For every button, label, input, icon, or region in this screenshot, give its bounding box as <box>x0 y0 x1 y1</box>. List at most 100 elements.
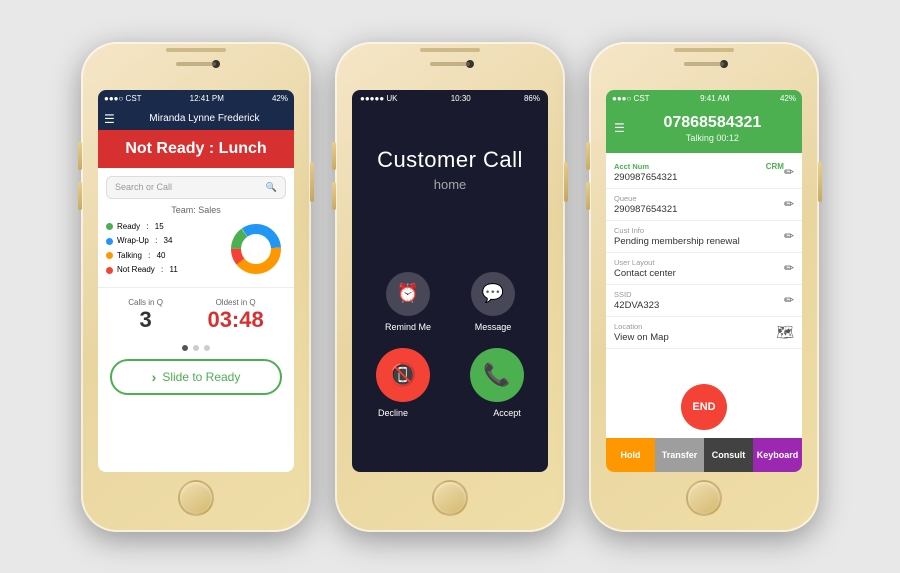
remind-me-btn[interactable]: ⏰ Remind Me <box>385 272 431 332</box>
queue-value: 290987654321 <box>614 204 784 215</box>
queue-label: Queue <box>614 194 784 203</box>
vol-down-button-3[interactable] <box>586 182 590 210</box>
home-button-1[interactable] <box>178 480 214 516</box>
notready-colon: : <box>159 263 166 277</box>
call-subtitle: home <box>434 177 467 192</box>
phone-number: 07868584321 <box>631 114 794 132</box>
search-bar[interactable]: Search or Call 🔍 <box>106 176 286 199</box>
phone-3-screen: ●●●○ CST 9:41 AM 42% ☰ 07868584321 Talki… <box>606 90 802 472</box>
vol-down-button[interactable] <box>78 182 82 210</box>
oldest-in-q-value: 03:48 <box>207 307 263 333</box>
location-label: Location <box>614 322 776 331</box>
talking-status: Talking 00:12 <box>631 133 794 143</box>
notready-value: 11 <box>169 263 177 277</box>
speaker-3 <box>684 62 724 66</box>
end-call-button[interactable]: END <box>681 384 727 430</box>
notready-dot <box>106 267 113 274</box>
phone-1: ●●●○ CST 12:41 PM 42% ☰ Miranda Lynne Fr… <box>81 42 311 532</box>
call-title: Customer Call <box>377 147 523 173</box>
oldest-in-q-label: Oldest in Q <box>207 298 263 307</box>
stats-row: Ready : 15 Wrap-Up : 34 Talking : <box>98 219 294 279</box>
ssid-value: 42DVA323 <box>614 300 784 311</box>
action-bar: Hold Transfer Consult Keyboard <box>606 438 802 472</box>
search-placeholder: Search or Call <box>115 182 172 192</box>
vol-down-button-2[interactable] <box>332 182 336 210</box>
dot-2[interactable] <box>193 345 199 351</box>
decline-label: Decline <box>366 408 420 418</box>
battery-2: 86% <box>524 94 540 103</box>
wrapup-value: 34 <box>164 234 173 248</box>
dot-3[interactable] <box>204 345 210 351</box>
custinfo-label: Cust Info <box>614 226 784 235</box>
call-screen: ●●●●● UK 10:30 86% Customer Call home ⏰ … <box>352 90 548 472</box>
battery-1: 42% <box>272 94 288 103</box>
acct-value: 290987654321 <box>614 172 784 183</box>
edit-icon-1[interactable]: ✏ <box>784 197 794 211</box>
keyboard-button[interactable]: Keyboard <box>753 438 802 472</box>
map-icon[interactable]: 🗺 <box>776 324 794 341</box>
location-value: View on Map <box>614 332 776 343</box>
alarm-icon: ⏰ <box>386 272 430 316</box>
not-ready-banner[interactable]: Not Ready : Lunch <box>98 130 294 168</box>
talking-label: Talking <box>117 249 142 263</box>
ready-value: 15 <box>155 220 164 234</box>
status-bar-2: ●●●●● UK 10:30 86% <box>352 90 548 107</box>
agent-name: Miranda Lynne Frederick <box>121 113 288 124</box>
carrier-2: ●●●●● UK <box>360 94 398 103</box>
menu-icon[interactable]: ☰ <box>104 112 115 126</box>
vol-up-button-3[interactable] <box>586 142 590 170</box>
accept-button[interactable]: 📞 <box>470 348 524 402</box>
message-btn[interactable]: 💬 Message <box>471 272 515 332</box>
time-1: 12:41 PM <box>190 94 224 103</box>
transfer-button[interactable]: Transfer <box>655 438 704 472</box>
accept-label: Accept <box>480 408 534 418</box>
status-bar-1: ●●●○ CST 12:41 PM 42% <box>98 90 294 108</box>
edit-icon-4[interactable]: ✏ <box>784 293 794 307</box>
field-queue: Queue 290987654321 ✏ <box>606 189 802 221</box>
field-cust-info: Cust Info Pending membership renewal ✏ <box>606 221 802 253</box>
wrapup-dot <box>106 238 113 245</box>
phone-1-screen: ●●●○ CST 12:41 PM 42% ☰ Miranda Lynne Fr… <box>98 90 294 472</box>
custinfo-value: Pending membership renewal <box>614 236 784 247</box>
call-info-screen: ●●●○ CST 9:41 AM 42% ☰ 07868584321 Talki… <box>606 90 802 472</box>
talking-value: 40 <box>157 249 166 263</box>
dot-1[interactable] <box>182 345 188 351</box>
message-label: Message <box>475 322 512 332</box>
search-icon: 🔍 <box>266 182 277 193</box>
scene: ●●●○ CST 12:41 PM 42% ☰ Miranda Lynne Fr… <box>0 0 900 573</box>
power-button[interactable] <box>310 162 314 202</box>
time-3: 9:41 AM <box>700 94 729 103</box>
vol-up-button-2[interactable] <box>332 142 336 170</box>
slide-to-ready[interactable]: › Slide to Ready <box>110 359 282 395</box>
userlayout-value: Contact center <box>614 268 784 279</box>
edit-icon-3[interactable]: ✏ <box>784 261 794 275</box>
hold-button[interactable]: Hold <box>606 438 655 472</box>
ssid-label: SSID <box>614 290 784 299</box>
vol-up-button[interactable] <box>78 142 82 170</box>
field-ssid: SSID 42DVA323 ✏ <box>606 285 802 317</box>
edit-icon-0[interactable]: ✏ <box>784 165 794 179</box>
decline-button[interactable]: 📵 <box>376 348 430 402</box>
power-button-3[interactable] <box>818 162 822 202</box>
home-button-2[interactable] <box>432 480 468 516</box>
talking-colon: : <box>146 249 153 263</box>
consult-button[interactable]: Consult <box>704 438 753 472</box>
wrapup-label: Wrap-Up <box>117 234 149 248</box>
call-quick-actions: ⏰ Remind Me 💬 Message <box>385 272 515 332</box>
ready-dot <box>106 223 113 230</box>
oldest-in-q-col: Oldest in Q 03:48 <box>207 298 263 333</box>
remind-me-label: Remind Me <box>385 322 431 332</box>
call-fields: Acct Num CRM 290987654321 ✏ Queue 290987… <box>606 153 802 376</box>
carrier-1: ●●●○ CST <box>104 94 142 103</box>
phone-1-header: ☰ Miranda Lynne Frederick <box>98 108 294 130</box>
phone-2-screen: ●●●●● UK 10:30 86% Customer Call home ⏰ … <box>352 90 548 472</box>
menu-icon-3[interactable]: ☰ <box>614 121 625 135</box>
calls-in-q-col: Calls in Q 3 <box>128 298 163 333</box>
ready-label: Ready <box>117 220 140 234</box>
phone-2: ●●●●● UK 10:30 86% Customer Call home ⏰ … <box>335 42 565 532</box>
call-buttons: 📵 📞 <box>376 348 524 402</box>
slide-label: Slide to Ready <box>162 370 240 384</box>
home-button-3[interactable] <box>686 480 722 516</box>
edit-icon-2[interactable]: ✏ <box>784 229 794 243</box>
power-button-2[interactable] <box>564 162 568 202</box>
